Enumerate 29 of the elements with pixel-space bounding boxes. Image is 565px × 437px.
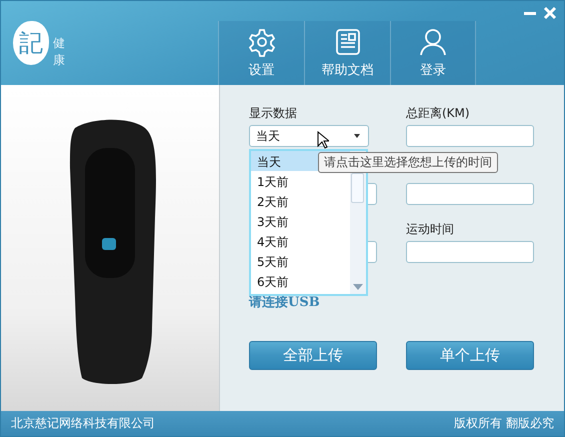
scroll-down-icon[interactable]	[353, 284, 363, 290]
toolbar-button[interactable]: 设置	[218, 21, 304, 85]
close-icon	[542, 5, 558, 21]
close-button[interactable]	[542, 5, 558, 21]
input-field[interactable]	[406, 183, 534, 205]
dropdown-option[interactable]: 1天前	[251, 171, 350, 191]
dropdown-option[interactable]: 3天前	[251, 211, 350, 231]
minimize-icon	[524, 12, 536, 14]
field-label: 总距离(KM)	[406, 105, 471, 121]
scrollbar-thumb[interactable]	[351, 173, 364, 203]
user-icon	[418, 27, 448, 57]
company-name: 北京慈记网络科技有限公司	[11, 415, 155, 432]
input-field[interactable]	[406, 241, 534, 263]
app-name: 健康	[53, 35, 65, 69]
dropdown-option[interactable]: 4天前	[251, 231, 350, 251]
toolbar-button[interactable]: 登录	[390, 21, 476, 85]
tooltip: 请点击这里选择您想上传的时间	[318, 152, 498, 173]
date-dropdown[interactable]: 当天	[249, 125, 369, 147]
dropdown-option[interactable]: 6天前	[251, 271, 350, 291]
copyright-text: 版权所有 翻版必究	[454, 415, 554, 432]
dropdown-option[interactable]: 5天前	[251, 251, 350, 271]
input-field[interactable]	[406, 125, 534, 147]
dropdown-option[interactable]: 2天前	[251, 191, 350, 211]
field-label: 显示数据	[249, 105, 298, 121]
field-label: 运动时间	[406, 221, 455, 237]
settings-icon	[246, 27, 276, 57]
toolbar-button[interactable]: 帮助文档	[304, 21, 390, 85]
app-logo: 記	[13, 21, 49, 65]
status-text: 请连接USB	[249, 294, 321, 311]
